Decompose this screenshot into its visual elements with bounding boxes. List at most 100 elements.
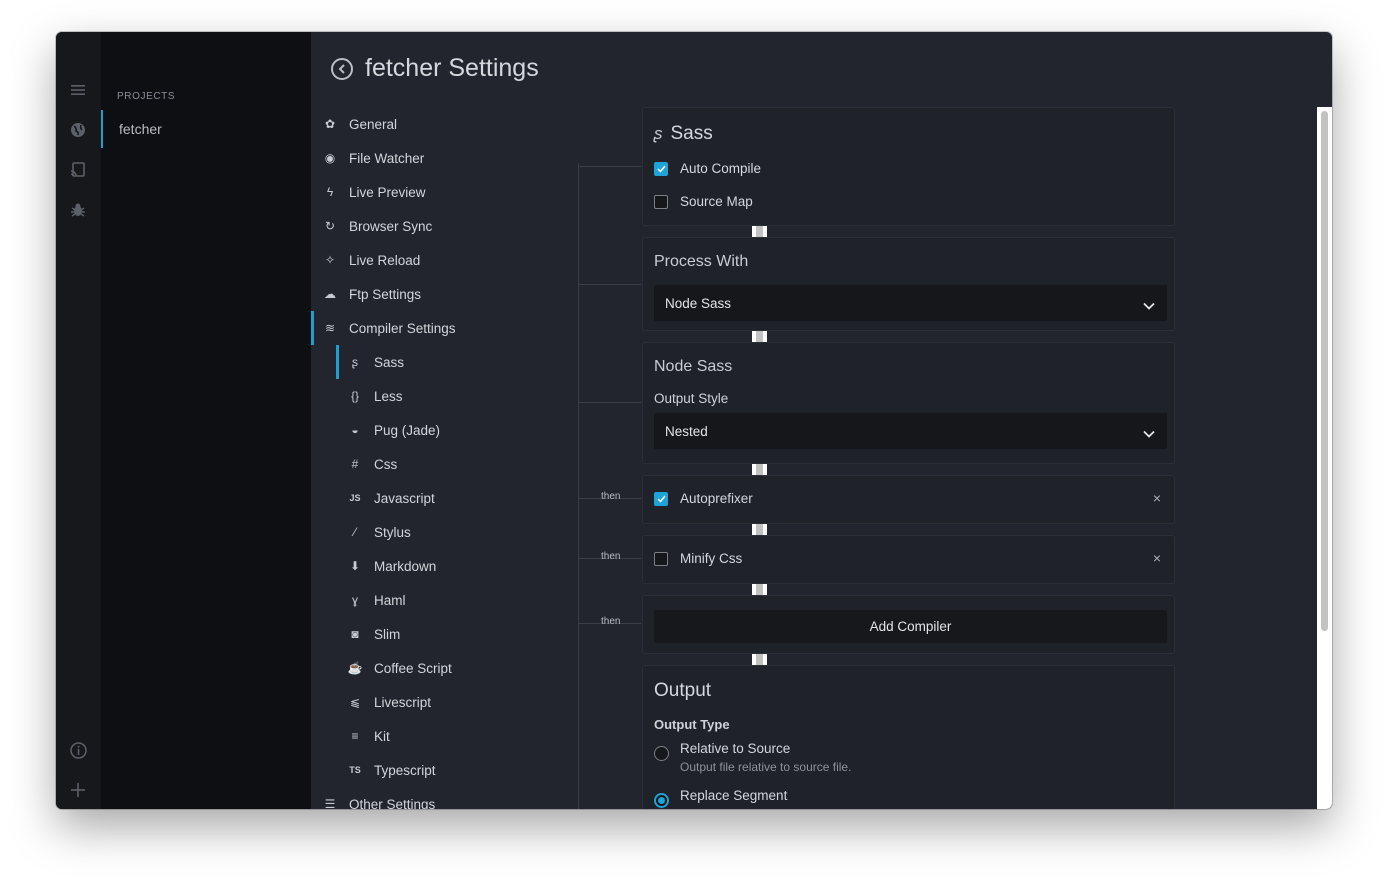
radio-label: Replace Segment bbox=[680, 788, 788, 803]
sass-card-title: Sass bbox=[670, 123, 713, 144]
radio-button[interactable] bbox=[654, 746, 669, 761]
autoprefixer-checkbox[interactable]: Autoprefixer bbox=[654, 491, 753, 506]
nav-item-typescript[interactable]: TS Typescript bbox=[311, 753, 501, 787]
nav-item-markdown[interactable]: ⬇ Markdown bbox=[311, 549, 501, 583]
node-sass-title: Node Sass bbox=[654, 358, 733, 375]
radio-label: Relative to Source bbox=[680, 741, 791, 756]
nav-label: Ftp Settings bbox=[349, 286, 422, 302]
checkbox[interactable] bbox=[654, 194, 668, 209]
radio-button[interactable] bbox=[654, 793, 669, 808]
relative-to-source-option[interactable]: Relative to Source Output file relative … bbox=[654, 741, 851, 774]
settings-nav: ✿ General ◉ File Watcher ϟ Live Preview ↻ Br… bbox=[311, 106, 511, 809]
active-indicator bbox=[336, 345, 339, 379]
output-card: Output Output Type Relative to Source Ou… bbox=[642, 665, 1175, 809]
nav-item-stylus[interactable]: ⁄ Stylus bbox=[311, 515, 501, 549]
active-indicator bbox=[311, 311, 314, 345]
nav-item-slim[interactable]: ◙ Slim bbox=[311, 617, 501, 651]
nav-item-ftp-settings[interactable]: ☁ Ftp Settings bbox=[311, 277, 501, 311]
nav-item-sass[interactable]: ʂ Sass bbox=[311, 345, 501, 379]
layers-icon: ≋ bbox=[324, 321, 336, 335]
nav-item-kit[interactable]: ≡ Kit bbox=[311, 719, 501, 753]
checkbox[interactable] bbox=[654, 161, 668, 176]
checkbox-label: Autoprefixer bbox=[680, 491, 753, 506]
nav-item-live-preview[interactable]: ϟ Live Preview bbox=[311, 175, 501, 209]
nav-item-less[interactable]: {} Less bbox=[311, 379, 501, 413]
add-compiler-card: Add Compiler bbox=[642, 595, 1175, 654]
nav-label: Browser Sync bbox=[349, 218, 433, 234]
nav-item-css[interactable]: # Css bbox=[311, 447, 501, 481]
sass-card-header: ʂ Sass bbox=[654, 123, 713, 145]
globe-icon[interactable] bbox=[68, 120, 88, 140]
plus-icon[interactable] bbox=[68, 780, 88, 800]
nav-item-live-reload[interactable]: ✧ Live Reload bbox=[311, 243, 501, 277]
output-style-select[interactable]: Nested bbox=[654, 413, 1167, 449]
back-icon[interactable] bbox=[331, 57, 353, 80]
nav-item-haml[interactable]: ɣ Haml bbox=[311, 583, 501, 617]
coffee-icon: ☕ bbox=[347, 661, 363, 675]
remove-minify-css-button[interactable]: × bbox=[1153, 550, 1161, 566]
minify-css-checkbox[interactable]: Minify Css bbox=[654, 551, 742, 566]
nav-item-compiler-settings[interactable]: ≋ Compiler Settings bbox=[311, 311, 501, 345]
nav-label: Less bbox=[374, 388, 403, 404]
nav-item-general[interactable]: ✿ General bbox=[311, 107, 501, 141]
minify-css-card: Minify Css × bbox=[642, 535, 1175, 584]
checkbox[interactable] bbox=[654, 491, 668, 506]
livescript-icon: ⫹ bbox=[349, 695, 361, 709]
process-with-select[interactable]: Node Sass bbox=[654, 285, 1167, 321]
nav-label: Haml bbox=[374, 592, 406, 608]
checkbox[interactable] bbox=[654, 551, 668, 566]
project-item-fetcher[interactable]: fetcher bbox=[101, 108, 311, 148]
markdown-icon: ⬇ bbox=[349, 559, 361, 573]
process-with-card: Process With Node Sass bbox=[642, 237, 1175, 331]
main-scrollbar[interactable] bbox=[1317, 107, 1332, 809]
cast-icon[interactable] bbox=[68, 160, 88, 180]
menu-icon[interactable] bbox=[68, 80, 88, 100]
sync-icon: ↻ bbox=[324, 219, 336, 233]
nav-item-other-settings[interactable]: ☰ Other Settings bbox=[311, 787, 501, 810]
hash-icon: # bbox=[351, 457, 359, 471]
then-label: then bbox=[601, 551, 621, 562]
sass-icon: ʂ bbox=[352, 355, 358, 369]
nav-item-coffee-script[interactable]: ☕ Coffee Script bbox=[311, 651, 501, 685]
chevron-down-icon bbox=[1143, 425, 1155, 443]
magic-icon: ✧ bbox=[324, 253, 336, 267]
bug-icon[interactable] bbox=[68, 200, 88, 220]
main-scrollbar-thumb[interactable] bbox=[1321, 111, 1328, 631]
replace-segment-option[interactable]: Replace Segment bbox=[654, 788, 787, 808]
nav-label: Stylus bbox=[374, 524, 411, 540]
slim-icon: ◙ bbox=[351, 627, 359, 641]
nav-label: Compiler Settings bbox=[349, 320, 456, 336]
info-icon[interactable] bbox=[68, 740, 88, 760]
add-compiler-button[interactable]: Add Compiler bbox=[654, 610, 1167, 643]
projects-header: PROJECTS bbox=[117, 91, 176, 102]
nav-label: Markdown bbox=[374, 558, 437, 574]
nav-item-pug[interactable]: ◒ Pug (Jade) bbox=[311, 413, 501, 447]
nav-item-browser-sync[interactable]: ↻ Browser Sync bbox=[311, 209, 501, 243]
source-map-checkbox[interactable]: Source Map bbox=[654, 194, 753, 209]
icon-rail bbox=[56, 32, 101, 809]
settings-main: fetcher Settings ✿ General ◉ File Watcher … bbox=[311, 32, 1332, 809]
auto-compile-checkbox[interactable]: Auto Compile bbox=[654, 161, 761, 176]
pipeline-line bbox=[578, 163, 579, 809]
remove-autoprefixer-button[interactable]: × bbox=[1153, 490, 1161, 506]
select-value: Nested bbox=[665, 424, 708, 439]
nav-item-file-watcher[interactable]: ◉ File Watcher bbox=[311, 141, 501, 175]
nav-item-javascript[interactable]: JS Javascript bbox=[311, 481, 501, 515]
braces-icon: {} bbox=[350, 389, 359, 403]
pipeline-branch bbox=[578, 166, 641, 167]
bolt-icon: ϟ bbox=[326, 185, 334, 199]
nav-item-livescript[interactable]: ⫹ Livescript bbox=[311, 685, 501, 719]
checkbox-label: Auto Compile bbox=[680, 161, 762, 176]
list-icon: ☰ bbox=[324, 797, 336, 809]
output-type-label: Output Type bbox=[654, 717, 730, 732]
nav-label: Css bbox=[374, 456, 398, 472]
project-label: fetcher bbox=[119, 121, 162, 137]
nav-label: Slim bbox=[374, 626, 401, 642]
projects-panel: PROJECTS fetcher bbox=[101, 32, 311, 809]
pug-icon: ◒ bbox=[351, 423, 359, 437]
chevron-down-icon bbox=[1143, 297, 1155, 315]
nav-label: Sass bbox=[374, 354, 405, 370]
eye-icon: ◉ bbox=[324, 151, 336, 165]
kit-icon: ≡ bbox=[351, 729, 359, 743]
radio-description: Output file relative to source file. bbox=[680, 760, 852, 774]
